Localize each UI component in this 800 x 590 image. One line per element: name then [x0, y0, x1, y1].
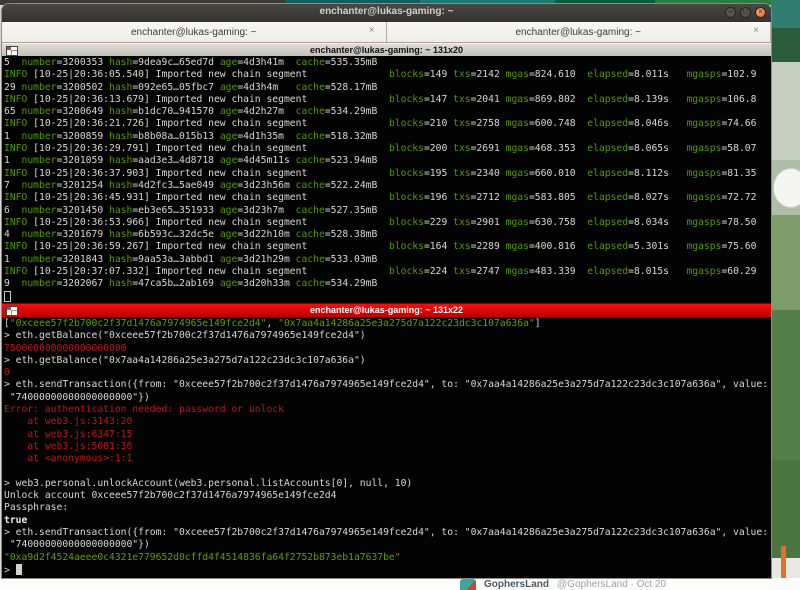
terminal-line: 65 number=3200649 hash=b1dc70…941570 age…	[4, 106, 771, 118]
terminal-line: Passphrase:	[4, 502, 771, 514]
tab-label: enchanter@lukas-gaming: ~	[131, 27, 257, 38]
terminal-line: > web3.personal.unlockAccount(web3.perso…	[4, 478, 771, 490]
terminal-pane-geth-log[interactable]: 5 number=3200353 hash=9dea9c…65ed7d age=…	[2, 56, 771, 303]
minimize-icon[interactable]: –	[725, 7, 736, 18]
terminal-line: INFO [10-25|20:36:53.966] Imported new c…	[4, 217, 771, 229]
tweet-meta: @GophersLand · Oct 20	[557, 579, 666, 590]
tab-terminal-1[interactable]: enchanter@lukas-gaming: ~ ×	[2, 22, 387, 42]
terminal-line: INFO [10-25|20:36:29.791] Imported new c…	[4, 143, 771, 155]
tab-label: enchanter@lukas-gaming: ~	[516, 27, 642, 38]
terminal-line: > eth.getBalance("0x7aa4a14286a25e3a275d…	[4, 355, 771, 367]
maximize-icon[interactable]: □	[740, 7, 751, 18]
terminal-line: > eth.sendTransaction({from: "0xceee57f2…	[4, 379, 771, 391]
background-tweet: GophersLand @GophersLand · Oct 20	[460, 579, 666, 590]
window-titlebar[interactable]: enchanter@lukas-gaming: ~ – □ ×	[2, 4, 771, 22]
terminal-line: true	[4, 515, 771, 527]
pane-group-icon[interactable]	[6, 306, 18, 316]
terminal-line: INFO [10-25|20:36:59.267] Imported new c…	[4, 241, 771, 253]
window-title: enchanter@lukas-gaming: ~	[2, 6, 771, 17]
tab-close-icon[interactable]: ×	[369, 25, 375, 36]
terminal-line: INFO [10-25|20:36:37.903] Imported new c…	[4, 168, 771, 180]
pane-title: enchanter@lukas-gaming: ~ 131x20	[2, 44, 771, 56]
terminal-line: 29 number=3200502 hash=092e65…05fbc7 age…	[4, 82, 771, 94]
terminal-line: 7 number=3201254 hash=4d2fc3…5ae049 age=…	[4, 180, 771, 192]
background-browser-strip	[0, 578, 800, 590]
tab-terminal-2[interactable]: enchanter@lukas-gaming: ~ ×	[387, 22, 772, 42]
background-orange-sliver	[781, 546, 786, 578]
terminal-line: at web3.js:3143:20	[4, 416, 771, 428]
terminal-line: 5 number=3200353 hash=9dea9c…65ed7d age=…	[4, 57, 771, 69]
pane-header-top[interactable]: enchanter@lukas-gaming: ~ 131x20	[2, 43, 771, 56]
terminal-line: at web3.js:5081:36	[4, 441, 771, 453]
terminal-line: "74000000000000000000"})	[4, 392, 771, 404]
tweet-author: GophersLand	[484, 579, 549, 590]
terminal-line: INFO [10-25|20:37:07.332] Imported new c…	[4, 266, 771, 278]
terminal-line: 9 number=3202067 hash=47ca5b…2ab169 age=…	[4, 278, 771, 290]
terminal-line: > eth.sendTransaction({from: "0xceee57f2…	[4, 527, 771, 539]
tab-bar: enchanter@lukas-gaming: ~ × enchanter@lu…	[2, 22, 771, 43]
terminal-window: enchanter@lukas-gaming: ~ – □ × enchante…	[2, 4, 771, 578]
pane-title: enchanter@lukas-gaming: ~ 131x22	[2, 304, 771, 317]
terminal-line: at web3.js:6347:15	[4, 429, 771, 441]
terminal-line	[4, 291, 771, 303]
terminal-line: 1 number=3201843 hash=9aa53a…3abbd1 age=…	[4, 254, 771, 266]
terminal-line: at <anonymous>:1:1	[4, 453, 771, 465]
terminal-line: >	[4, 564, 771, 576]
terminal-pane-geth-console[interactable]: ["0xceee57f2b700c2f37d1476a7974965e149fc…	[2, 317, 771, 578]
terminal-line: Error: authentication needed: password o…	[4, 404, 771, 416]
terminal-line: 0	[4, 367, 771, 379]
pane-header-bottom-active[interactable]: enchanter@lukas-gaming: ~ 131x22	[2, 303, 771, 317]
terminal-line: Unlock account 0xceee57f2b700c2f37d1476a…	[4, 490, 771, 502]
terminal-line: ["0xceee57f2b700c2f37d1476a7974965e149fc…	[4, 318, 771, 330]
avatar	[460, 579, 476, 590]
terminal-line: "74000000000000000000"})	[4, 539, 771, 551]
desktop-wallpaper-right	[771, 0, 800, 590]
close-icon[interactable]: ×	[755, 7, 766, 18]
terminal-line: 6 number=3201450 hash=eb3e65…351933 age=…	[4, 205, 771, 217]
terminal-line: 1 number=3201059 hash=aad3e3…4d8718 age=…	[4, 155, 771, 167]
terminal-line: > eth.getBalance("0xceee57f2b700c2f37d14…	[4, 330, 771, 342]
terminal-line: 750000000000000000000	[4, 343, 771, 355]
pane-group-icon[interactable]	[6, 46, 18, 56]
terminal-line: INFO [10-25|20:36:21.726] Imported new c…	[4, 118, 771, 130]
terminal-line: 4 number=3201679 hash=6b593c…32dc5e age=…	[4, 229, 771, 241]
window-controls: – □ ×	[725, 7, 766, 18]
terminal-line: 1 number=3200859 hash=b8b08a…015b13 age=…	[4, 131, 771, 143]
terminal-line: "0xa9d2f4524aeee0c4321e779652d0cffd4f451…	[4, 552, 771, 564]
terminal-line	[4, 466, 771, 478]
terminal-line: INFO [10-25|20:36:45.931] Imported new c…	[4, 192, 771, 204]
tab-close-icon[interactable]: ×	[753, 25, 759, 36]
terminal-line: INFO [10-25|20:36:13.679] Imported new c…	[4, 94, 771, 106]
terminal-line: INFO [10-25|20:36:05.540] Imported new c…	[4, 69, 771, 81]
